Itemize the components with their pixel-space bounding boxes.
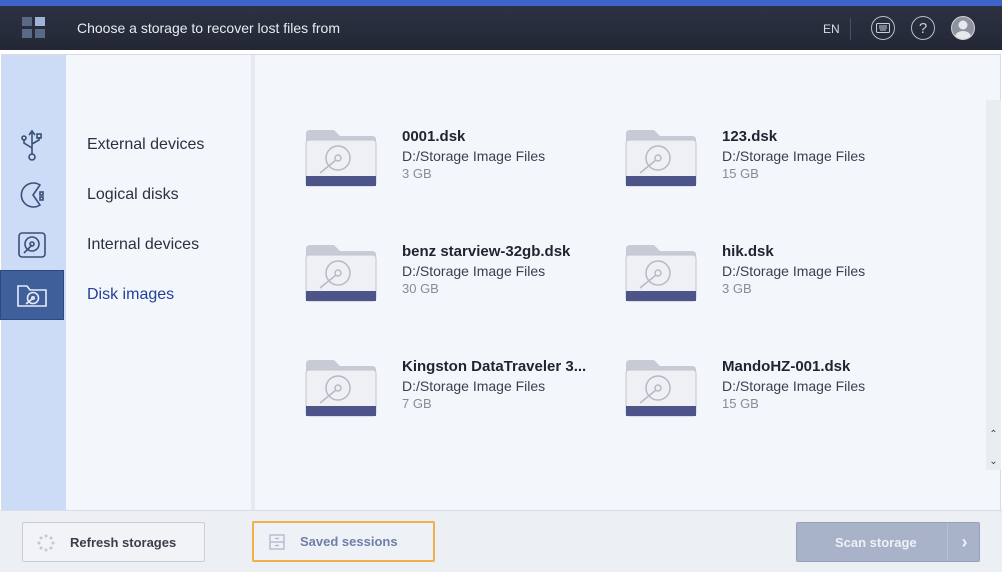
storage-name: Kingston DataTraveler 3... — [402, 358, 587, 375]
sidebar-item-external-devices[interactable]: External devices — [87, 136, 204, 154]
storage-size: 15 GB — [722, 166, 759, 181]
storage-item[interactable]: 0001.dsk D:/Storage Image Files 3 GB — [304, 128, 594, 208]
disk-image-folder-icon — [17, 285, 47, 307]
storage-size: 3 GB — [402, 166, 432, 181]
storage-size: 7 GB — [402, 396, 432, 411]
header-divider — [850, 18, 851, 40]
page-title: Choose a storage to recover lost files f… — [77, 20, 341, 36]
disk-image-folder-icon — [305, 245, 377, 302]
hard-drive-icon — [18, 232, 46, 258]
sidebar-item-internal-devices[interactable]: Internal devices — [87, 236, 199, 254]
disk-image-folder-icon — [305, 130, 377, 187]
storage-path: D:/Storage Image Files — [722, 378, 866, 394]
storage-size: 3 GB — [722, 281, 752, 296]
refresh-spinner-icon — [37, 534, 55, 552]
footer-bar: Refresh storages Saved sessions Scan sto… — [0, 510, 1002, 572]
sidebar-nav — [66, 55, 251, 510]
user-avatar-icon[interactable] — [951, 16, 975, 40]
disk-image-folder-icon — [625, 360, 697, 417]
storage-item[interactable]: hik.dsk D:/Storage Image Files 3 GB — [624, 243, 914, 323]
app-header: Choose a storage to recover lost files f… — [0, 6, 1002, 50]
saved-sessions-label: Saved sessions — [300, 534, 398, 549]
saved-sessions-button[interactable]: Saved sessions — [252, 521, 435, 562]
pie-disk-icon — [20, 182, 44, 208]
storage-path: D:/Storage Image Files — [722, 148, 866, 164]
storage-path: D:/Storage Image Files — [722, 263, 866, 279]
language-selector[interactable]: EN — [823, 22, 840, 36]
storage-item[interactable]: benz starview-32gb.dsk D:/Storage Image … — [304, 243, 594, 323]
sidebar-item-disk-images-icon[interactable] — [0, 270, 64, 320]
disk-image-folder-icon — [625, 130, 697, 187]
refresh-storages-label: Refresh storages — [70, 534, 177, 550]
help-icon[interactable]: ? — [911, 16, 935, 40]
refresh-storages-button[interactable]: Refresh storages — [22, 522, 205, 562]
storage-path: D:/Storage Image Files — [402, 378, 546, 394]
storage-name: benz starview-32gb.dsk — [402, 243, 571, 260]
storage-name: MandoHZ-001.dsk — [722, 358, 851, 375]
storage-item[interactable]: 123.dsk D:/Storage Image Files 15 GB — [624, 128, 914, 208]
storage-name: 0001.dsk — [402, 128, 466, 145]
storage-path: D:/Storage Image Files — [402, 148, 546, 164]
keyboard-icon[interactable] — [871, 16, 895, 40]
storage-item[interactable]: MandoHZ-001.dsk D:/Storage Image Files 1… — [624, 358, 914, 438]
sidebar-item-disk-images[interactable]: Disk images — [87, 286, 174, 304]
sidebar-item-internal-devices-icon[interactable] — [0, 220, 64, 270]
app-logo-icon — [22, 17, 45, 38]
storage-item[interactable]: Kingston DataTraveler 3... D:/Storage Im… — [304, 358, 594, 438]
storage-name: hik.dsk — [722, 243, 774, 260]
disk-image-folder-icon — [625, 245, 697, 302]
sidebar-item-external-devices-icon[interactable] — [0, 120, 64, 170]
scan-storage-button[interactable]: Scan storage › — [796, 522, 980, 562]
storage-path: D:/Storage Image Files — [402, 263, 546, 279]
main-area: External devices Logical disks Internal … — [0, 50, 1002, 510]
scroll-up-icon[interactable]: ⌃ — [986, 427, 1001, 441]
scroll-down-icon[interactable]: ⌄ — [986, 454, 1001, 468]
storage-name: 123.dsk — [722, 128, 778, 145]
vertical-scrollbar[interactable] — [986, 100, 1001, 470]
sidebar-item-logical-disks[interactable]: Logical disks — [87, 186, 179, 204]
scan-storage-label: Scan storage — [835, 534, 917, 550]
sidebar-item-logical-disks-icon[interactable] — [0, 170, 64, 220]
chevron-right-icon: › — [947, 523, 981, 561]
disk-image-folder-icon — [305, 360, 377, 417]
storage-size: 15 GB — [722, 396, 759, 411]
saved-sessions-icon — [269, 534, 285, 550]
usb-icon — [21, 129, 42, 161]
storage-size: 30 GB — [402, 281, 439, 296]
